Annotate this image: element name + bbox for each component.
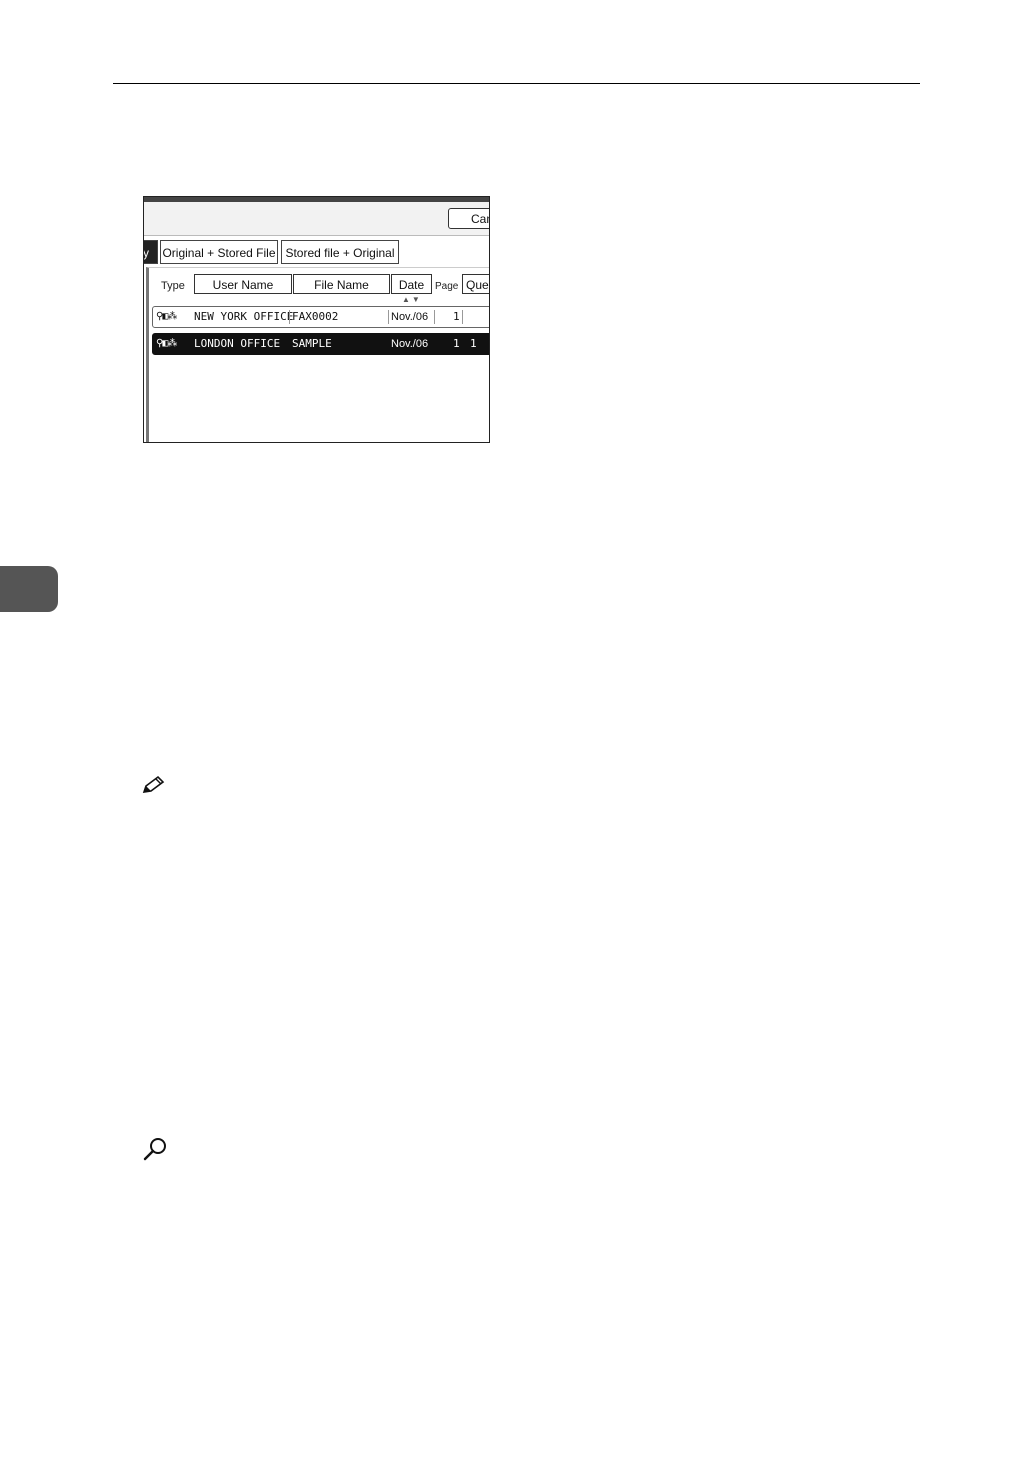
row-date: Nov./06 <box>391 311 429 323</box>
column-separator <box>434 310 435 324</box>
row-file-name: SAMPLE <box>292 337 332 350</box>
column-user-name-button[interactable]: User Name <box>194 274 292 294</box>
row-user-name: NEW YORK OFFICE <box>194 310 294 323</box>
column-separator <box>388 310 389 324</box>
column-file-name-button[interactable]: File Name <box>293 274 390 294</box>
column-queue-button[interactable]: Queu <box>462 274 489 294</box>
header-rule <box>113 83 920 84</box>
row-date: Nov./06 <box>391 338 429 350</box>
magnifier-reference-icon <box>143 1138 166 1161</box>
pencil-note-icon <box>142 775 165 793</box>
file-type-icons: ⚲◧⁂ <box>156 338 177 349</box>
column-separator <box>462 310 463 324</box>
panel-top-strip <box>144 202 489 236</box>
tab-previous[interactable]: y <box>144 240 158 264</box>
sort-arrows-icon: ▲▼ <box>402 295 422 304</box>
row-file-name: FAX0002 <box>292 310 339 323</box>
file-row-selected[interactable]: ⚲◧⁂ LONDON OFFICE SAMPLE Nov./06 1 1 <box>152 333 489 355</box>
cancel-button[interactable]: Can <box>448 208 489 229</box>
row-user-name: LONDON OFFICE <box>194 337 281 350</box>
tab-stored-file-original[interactable]: Stored file + Original <box>281 240 399 264</box>
screen-panel: Can y Original + Stored File Stored file… <box>143 196 490 443</box>
file-row[interactable]: ⚲◧⁂ NEW YORK OFFICE FAX0002 Nov./06 1 <box>152 306 489 328</box>
column-page-label: Page <box>435 281 459 292</box>
row-page: 1 <box>453 310 460 323</box>
column-date-button[interactable]: Date <box>391 274 432 294</box>
file-type-icons: ⚲◧⁂ <box>156 311 177 322</box>
tab-original-stored-file[interactable]: Original + Stored File <box>160 240 278 264</box>
row-queue: 1 <box>470 337 477 350</box>
row-page: 1 <box>453 337 460 350</box>
column-separator <box>289 310 290 324</box>
column-type-label: Type <box>161 280 185 292</box>
chapter-tab <box>0 566 58 612</box>
